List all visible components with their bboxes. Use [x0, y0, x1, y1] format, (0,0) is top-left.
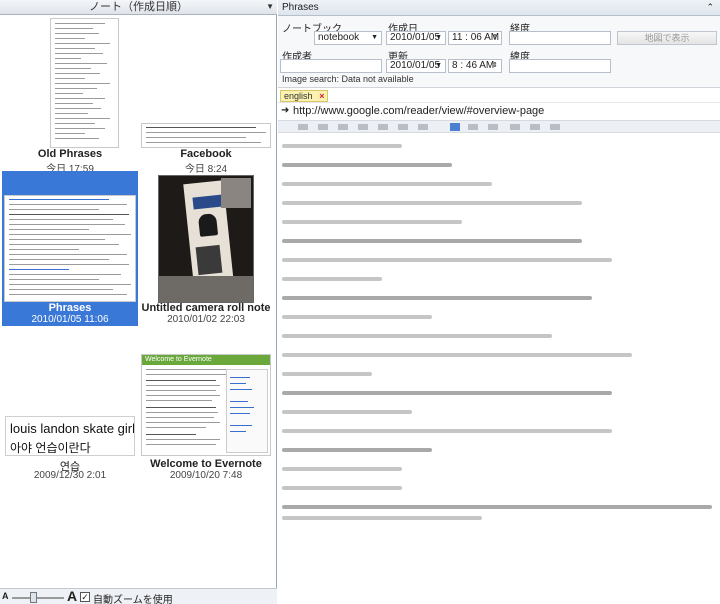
note-date: 2010/01/02 22:03 — [167, 314, 245, 325]
updated-date-field[interactable]: 2010/01/05 ▼ — [386, 59, 446, 73]
auto-zoom-label: 自動ズームを使用 — [93, 595, 173, 604]
source-url-row: ➜ http://www.google.com/reader/view/#ove… — [278, 104, 720, 119]
note-header: Phrases ⌃ — [278, 0, 720, 16]
note-title: Untitled camera roll note — [141, 302, 271, 314]
note-grid: Old Phrases 今日 17:59 Facebook 今日 8:24 Ph… — [0, 16, 277, 588]
note-card-camera-roll[interactable]: Untitled camera roll note 2010/01/02 22:… — [138, 171, 274, 326]
note-title: Old Phrases — [37, 148, 103, 160]
note-thumbnail: louis landon skate girl 아야 언습이란다 — [5, 416, 135, 456]
note-card-phrases[interactable]: Phrases 2010/01/05 11:06 — [2, 171, 138, 326]
show-map-button[interactable]: 地図で表示 — [617, 31, 717, 45]
note-title: Welcome to Evernote — [150, 458, 262, 470]
tag-label: english — [284, 91, 313, 101]
note-thumbnail — [141, 123, 271, 148]
note-date: 2009/12/30 2:01 — [33, 470, 107, 481]
dropdown-arrow-icon: ▼ — [266, 2, 274, 11]
evernote-window: ノート（作成日順） ▼ Old Phrases 今日 17:59 Faceboo… — [0, 0, 720, 604]
preview-line: louis landon skate girl — [10, 421, 135, 436]
updated-time-field[interactable]: 8 : 46 AM ⇕ — [448, 59, 502, 73]
updated-time-value: 8 : 46 AM — [452, 60, 495, 71]
note-title: Facebook — [180, 148, 232, 160]
created-date-field[interactable]: 2010/01/05 ▼ — [386, 31, 446, 45]
note-properties: ノートブック notebook ▼ 作成日 2010/01/05 ▼ 11 : … — [278, 16, 720, 88]
zoom-slider-handle[interactable] — [30, 592, 37, 603]
sort-order-label: ノート（作成日順） — [89, 1, 188, 13]
dropdown-arrow-icon: ▼ — [371, 34, 378, 41]
preview-line: 아야 언습이란다 — [10, 441, 91, 455]
note-thumbnail — [4, 195, 136, 302]
tag-bar: english × — [278, 89, 720, 103]
note-card-facebook[interactable]: Facebook 今日 8:24 — [138, 16, 274, 175]
updated-date-value: 2010/01/05 — [390, 60, 441, 71]
source-arrow-icon: ➜ — [281, 105, 290, 116]
latitude-field[interactable] — [509, 59, 611, 73]
notebook-value: notebook — [318, 32, 360, 43]
tag-chip[interactable]: english × — [280, 90, 328, 102]
image-search-status: Image search: Data not available — [282, 74, 414, 84]
dropdown-arrow-icon: ▼ — [435, 34, 442, 41]
note-view-pane: Phrases ⌃ ノートブック notebook ▼ 作成日 2010/01/… — [278, 0, 720, 604]
clipped-toolbar — [278, 120, 720, 133]
note-body-blurred[interactable] — [278, 134, 720, 604]
photo-thumbnail — [158, 175, 254, 303]
longitude-field[interactable] — [509, 31, 611, 45]
note-title: Phrases — [48, 302, 92, 314]
zoom-out-icon[interactable]: A — [2, 591, 9, 601]
dropdown-arrow-icon: ▼ — [435, 62, 442, 69]
note-date: 2010/01/05 11:06 — [31, 314, 109, 325]
zoom-bar: A A ✓ 自動ズームを使用 — [0, 588, 277, 604]
note-list-pane: ノート（作成日順） ▼ Old Phrases 今日 17:59 Faceboo… — [0, 0, 277, 604]
auto-zoom-checkbox[interactable]: ✓ — [80, 592, 90, 602]
notebook-select[interactable]: notebook ▼ — [314, 31, 382, 45]
note-thumbnail: Welcome to Evernote — [141, 354, 271, 456]
spinner-icon: ⇕ — [492, 34, 498, 41]
sort-order-dropdown[interactable]: ノート（作成日順） ▼ — [0, 0, 277, 15]
spinner-icon: ⇕ — [492, 62, 498, 69]
zoom-in-icon[interactable]: A — [67, 588, 77, 604]
note-card-old-phrases[interactable]: Old Phrases 今日 17:59 — [2, 16, 138, 175]
note-date: 2009/10/20 7:48 — [169, 470, 243, 481]
source-url[interactable]: http://www.google.com/reader/view/#overv… — [293, 104, 544, 118]
zoom-slider-track[interactable] — [12, 597, 64, 599]
author-field[interactable] — [280, 59, 382, 73]
preview-heading: Welcome to Evernote — [142, 355, 270, 365]
created-time-field[interactable]: 11 : 06 AM ⇕ — [448, 31, 502, 45]
note-card-korean[interactable]: louis landon skate girl 아야 언습이란다 연습 2009… — [2, 326, 138, 481]
note-thumbnail — [50, 18, 119, 148]
note-card-welcome[interactable]: Welcome to Evernote Welcome to Evernote … — [138, 326, 274, 481]
remove-tag-icon[interactable]: × — [319, 91, 324, 101]
note-panel-title: Phrases — [282, 2, 319, 13]
collapse-icon[interactable]: ⌃ — [706, 0, 714, 15]
created-date-value: 2010/01/05 — [390, 32, 441, 43]
